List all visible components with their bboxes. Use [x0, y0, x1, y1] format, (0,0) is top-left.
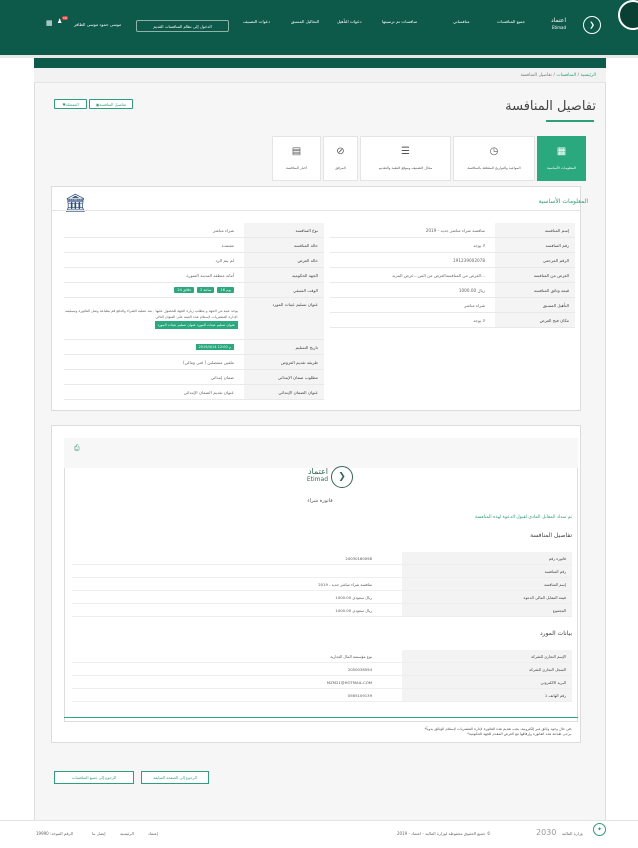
vision-2030-logo: 2030	[536, 828, 557, 837]
invoice-row: 2050038594 السجل التجاري للشركة	[72, 663, 572, 676]
invoice-row: 0565109139 رقم الهاتف 1	[72, 689, 572, 702]
tab-classification[interactable]: ☰ مجال التصنيف وموقع التنفيذ والتقديم	[360, 136, 451, 181]
dashboard-icon: ▦	[556, 146, 567, 157]
divider	[51, 210, 581, 211]
field-row: 24 دقائق 2 ساعة 16 يوم الوقت المتبقي	[64, 283, 324, 298]
field-row: لم يتم الرد حالة العرض	[64, 253, 324, 268]
etimad-logo-icon[interactable]: ❯	[583, 16, 601, 34]
tab-news[interactable]: ▤ أخبار المنافسة	[272, 136, 321, 181]
field-row: الغرض من المنافسةالغرض من المن...عرض الم…	[330, 268, 575, 283]
delivery-date: 2019/4/14 12:00 م	[195, 344, 234, 350]
supplier-heading: بيانات المورد	[540, 630, 572, 637]
back-previous-button[interactable]: الرجوع إلى الصفحة السابقة	[141, 771, 209, 784]
field-row: ملفين منفصلين ( فني ومالي) طريقة تقديم ال…	[64, 355, 324, 370]
field-row: عنوان تقديم الضمان الإبتدائي عنوان الضمان…	[64, 385, 324, 400]
footer-link-contact[interactable]: إتصل بنا	[92, 831, 106, 836]
invoice-row: 1000.00 ريال سعودي قيمة المقابل المالي ال…	[72, 591, 572, 604]
tender-details-button[interactable]: ▣ تفاصيل المنافسة	[89, 99, 133, 109]
divider	[64, 717, 578, 718]
field-row: 1000.00 ريال قيمة وثائق المنافسة	[330, 283, 575, 298]
nav-awarded[interactable]: منافسات تم ترسيتها	[382, 19, 417, 24]
field-row: يوجد عينة من الجهة و يتطلب زيارة الجهة ل…	[64, 298, 324, 340]
invoice-logo-text: اعتماد Etimad	[306, 467, 328, 484]
invoice-notes: *في حال وجود وثائق غير إلكترونية، يجب تق…	[424, 727, 572, 736]
field-row: شراء مباشر نوع المنافسة	[64, 223, 324, 238]
samples-address-link[interactable]: عنوان تسليم عينات المورد عنوان تسليم عين…	[154, 321, 238, 329]
nav-classification[interactable]: دعوات التصنيف	[243, 19, 270, 24]
apps-grid-icon[interactable]: ▦	[46, 19, 53, 27]
footer-link-etimad[interactable]: إعتماد	[148, 831, 158, 836]
tab-dates[interactable]: ◷ المواعيد والتواريخ المتعلقة بالمنافسة	[453, 136, 535, 181]
invoice-title: فاتورة شراء	[307, 498, 333, 504]
title-underline	[546, 120, 594, 122]
ministry-logo-icon: ✦	[593, 823, 606, 836]
etimad-logo-icon: ❯	[331, 466, 353, 488]
tab-attachment[interactable]: ⊘ المرفق	[323, 136, 358, 181]
tab-basic-info[interactable]: ▦ المعلومات الأساسية	[537, 136, 586, 181]
nav-prequal[interactable]: التحاليل المسبق	[291, 19, 319, 24]
field-row: شراء مباشر التأهيل المسبق	[330, 298, 575, 313]
favorite-button[interactable]: ♥ المفضلة	[54, 99, 87, 109]
invoice-row: MZM21@HOTMAIL.COM البريد الالكتروني	[72, 676, 572, 689]
crumb-home[interactable]: الرئيسية	[581, 73, 597, 78]
paid-message: تم سداد المقابل المادي لقبول الدعوة لهذه…	[475, 515, 572, 520]
tender-details-heading: تفاصيل المنافسة	[530, 532, 572, 539]
notification-badge: 18	[62, 16, 68, 20]
remaining-minutes: 24 دقائق	[174, 287, 195, 293]
field-row: لا يوجد مكان فتح العرض	[330, 313, 575, 328]
field-row: معتمدة حالة المنافسة	[64, 238, 324, 253]
invoice-top	[64, 438, 578, 468]
remaining-hours: 2 ساعة	[197, 287, 215, 293]
back-all-tenders-button[interactable]: الرجوع إلى جميع المنافسات	[54, 771, 134, 784]
print-icon[interactable]: ⎙	[74, 444, 80, 453]
field-row: ضمان إبتدائي مطلوب ضمان الإبتدائي	[64, 370, 324, 385]
paperclip-icon: ⊘	[336, 146, 345, 157]
breadcrumb: الرئيسية / المنافسات / تفاصيل المنافسة	[520, 73, 597, 78]
nav-my-tenders[interactable]: منافساتي	[453, 19, 469, 24]
invoice-row: 20030160098 فاتورة رقم	[72, 552, 572, 565]
purpose-value[interactable]: الغرض من المنافسةالغرض من المن...عرض الم…	[330, 268, 495, 282]
invoice-row: رقم المنافسة	[72, 565, 572, 578]
crumb-current: تفاصيل المنافسة	[520, 73, 552, 78]
field-row: لا يوجد رقم المنافسة	[330, 238, 575, 253]
nav-qualification[interactable]: دعوات التأهيل	[337, 19, 362, 24]
ministry-name: وزارة المالية	[562, 831, 583, 836]
top-navbar	[0, 0, 638, 58]
invoice-row: منافسة شراء مباشر جديد - 2019 إسم المنافس…	[72, 578, 572, 591]
list-icon: ☰	[401, 146, 410, 157]
invoice-row: 1000.00 ريال سعودي المجموع	[72, 604, 572, 617]
nav-all-tenders[interactable]: جميع المنافسات	[497, 19, 525, 24]
footer-link-home[interactable]: الرئيسية	[120, 831, 134, 836]
basic-info-title: المعلومات الأساسية	[538, 198, 588, 205]
old-system-button[interactable]: الدخول إلى نظام المنافسات القديم	[136, 20, 229, 32]
news-icon: ▤	[291, 146, 302, 157]
crumb-tenders[interactable]: المنافسات	[556, 73, 576, 78]
logo-text: اعتماد Etimad	[551, 17, 567, 30]
field-row: منافسة شراء مباشر جديد - 2019 إسم المنافس…	[330, 223, 575, 238]
page-title: تفاصيل المنافسة	[505, 99, 596, 114]
header-strip	[34, 58, 606, 68]
invoice-row: نوع مؤسسة المال التجارية الإسم التجاري لل…	[72, 650, 572, 663]
copyright: جميع الحقوق محفوظة لوزارة المالية - اعتم…	[397, 831, 491, 836]
footer-unified-number: الرقم الموحد: 19990	[36, 831, 74, 836]
clock-icon: ◷	[489, 146, 499, 157]
field-row: أمانة منطقة المدينة المنورة الجهة الحكومي…	[64, 268, 324, 283]
field-row: 2019/4/14 12:00 م تاريخ التسليم	[64, 340, 324, 355]
user-name[interactable]: موسى حمود موسى الظافر	[74, 22, 121, 27]
field-row: 191239002078 الرقم المرجعي	[330, 253, 575, 268]
building-icon: 🏛	[64, 193, 87, 214]
remaining-days: 16 يوم	[217, 287, 234, 293]
